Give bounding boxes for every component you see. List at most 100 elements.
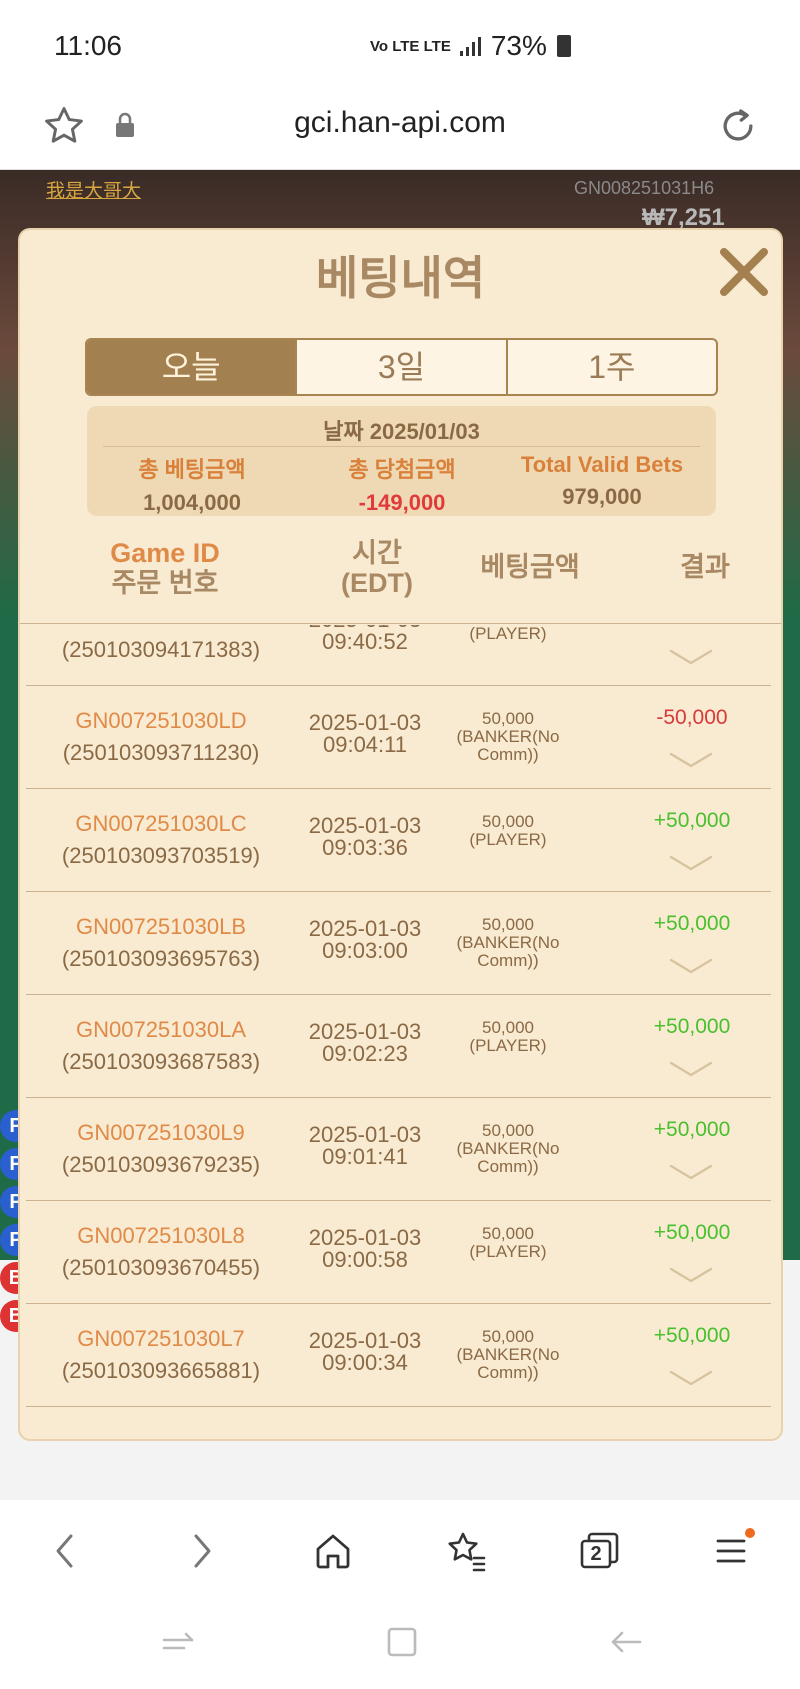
header-time-zone: (EDT)	[341, 568, 413, 598]
header-game-id: Game ID	[110, 538, 220, 568]
row-game-id[interactable]: GN007251030LD	[26, 708, 296, 734]
home-system-icon[interactable]	[384, 1624, 420, 1660]
row-result: +50,000	[653, 1118, 731, 1141]
row-game-id[interactable]: GN008251030NH	[26, 625, 296, 631]
player-name: 我是大哥大	[46, 181, 142, 202]
row-date: 2025-01-03	[308, 813, 422, 838]
chevron-down-icon[interactable]	[668, 647, 714, 667]
history-row[interactable]: GN007251030L9 (250103093679235) 2025-01-03…	[26, 1098, 771, 1201]
row-bet: 50,000 (BANKER(No Comm))	[426, 916, 590, 970]
header-result: 결과	[680, 552, 730, 582]
chevron-down-icon[interactable]	[668, 1265, 714, 1285]
tabs-button[interactable]: 2	[575, 1526, 625, 1576]
row-datetime: 2025-01-03 09:00:34	[286, 1330, 444, 1374]
bookmarks-icon[interactable]	[441, 1526, 491, 1576]
row-datetime: 2025-01-03 09:00:58	[286, 1227, 444, 1271]
history-row[interactable]: GN007251030L7 (250103093665881) 2025-01-03…	[26, 1304, 771, 1407]
status-indicators: Vo LTE LTE 73%	[370, 30, 571, 62]
menu-button[interactable]	[708, 1526, 758, 1576]
tab-1week[interactable]: 1주	[508, 340, 716, 394]
row-game-id[interactable]: GN007251030LC	[26, 811, 296, 837]
url-text[interactable]: gci.han-api.com	[0, 106, 800, 140]
close-icon[interactable]	[716, 244, 772, 300]
row-order-id: (250103093695763)	[61, 946, 261, 971]
row-bet: 50,000 (PLAYER)	[426, 1225, 590, 1261]
total-win-label: 총 당첨금액	[348, 457, 456, 482]
row-game-id[interactable]: GN007251030L9	[26, 1120, 296, 1146]
reload-icon[interactable]	[716, 104, 760, 148]
valid-bets-label: Total Valid Bets	[520, 452, 684, 477]
row-time: 09:03:36	[322, 835, 408, 860]
chevron-down-icon[interactable]	[668, 1059, 714, 1079]
history-row[interactable]: GN007251030L8 (250103093670455) 2025-01-03…	[26, 1201, 771, 1304]
row-bet: 50,000 (BANKER(No Comm))	[426, 1328, 590, 1382]
row-amount: 50,000	[482, 1121, 534, 1140]
row-bet: 50,000 (BANKER(No Comm))	[426, 710, 590, 764]
forward-icon[interactable]	[177, 1526, 227, 1576]
row-result: +50,000	[653, 1221, 731, 1244]
row-amount: 50,000	[482, 1327, 534, 1346]
header-time: 시간	[352, 538, 402, 568]
chevron-down-icon[interactable]	[668, 956, 714, 976]
battery-percent: 73%	[490, 30, 547, 61]
row-time: 09:00:34	[322, 1350, 408, 1375]
row-amount: 50,000	[482, 709, 534, 728]
row-amount: 50,000	[482, 1224, 534, 1243]
row-time: 09:00:58	[322, 1247, 408, 1272]
row-result: +50,000	[653, 912, 731, 935]
total-bet-column: 총 베팅금액 1,004,000	[87, 452, 297, 516]
system-nav-bar	[0, 1598, 800, 1689]
row-amount: 50,000	[482, 1018, 534, 1037]
row-amount: 50,000	[482, 812, 534, 831]
row-bet: 50,000 (PLAYER)	[426, 1019, 590, 1055]
status-time: 11:06	[54, 30, 122, 61]
tab-3days[interactable]: 3일	[297, 340, 508, 394]
back-system-icon[interactable]	[608, 1624, 644, 1660]
history-row[interactable]: GN008251030NH (250103094171383) 2025-01-03…	[26, 625, 771, 686]
chevron-down-icon[interactable]	[668, 1162, 714, 1182]
row-date: 2025-01-03	[308, 710, 422, 735]
history-row[interactable]: GN007251030LA (250103093687583) 2025-01-03…	[26, 995, 771, 1098]
row-order-id: (250103093711230)	[62, 740, 260, 765]
row-game-id[interactable]: GN007251030L7	[26, 1326, 296, 1352]
home-icon[interactable]	[308, 1526, 358, 1576]
row-bet-type: (BANKER(No Comm))	[456, 933, 560, 970]
row-bet: 50,000 (BANKER(No Comm))	[426, 1122, 590, 1176]
chevron-down-icon[interactable]	[668, 853, 714, 873]
history-row[interactable]: GN007251030LC (250103093703519) 2025-01-03…	[26, 789, 771, 892]
row-bet-type: (PLAYER)	[469, 1242, 547, 1261]
header-order-no: 주문 번호	[111, 568, 219, 598]
row-time: 09:04:11	[322, 732, 407, 757]
row-order-id: (250103093670455)	[61, 1255, 261, 1280]
browser-address-bar: gci.han-api.com	[0, 92, 800, 170]
summary-date: 날짜 2025/01/03	[323, 419, 480, 444]
row-result: +50,000	[653, 1324, 731, 1347]
row-date: 2025-01-03	[308, 916, 422, 941]
history-list[interactable]: GN008251030NH (250103094171383) 2025-01-03…	[20, 625, 781, 1439]
row-result: +50,000	[653, 809, 731, 832]
tab-today[interactable]: 오늘	[87, 340, 298, 394]
row-game-id[interactable]: GN007251030L8	[26, 1223, 296, 1249]
row-bet-type: (PLAYER)	[469, 830, 547, 849]
row-game-id[interactable]: GN007251030LA	[26, 1017, 296, 1043]
row-game-id[interactable]: GN007251030LB	[26, 914, 296, 940]
header-divider	[20, 623, 781, 624]
recent-apps-icon[interactable]	[160, 1626, 196, 1662]
signal-icon	[459, 37, 481, 56]
back-icon[interactable]	[40, 1526, 90, 1576]
chevron-down-icon[interactable]	[668, 1368, 714, 1388]
summary-panel: 날짜 2025/01/03 총 베팅금액 1,004,000 총 당첨금액 -1…	[87, 406, 716, 516]
modal-title: 베팅내역	[315, 252, 486, 304]
period-tabs: 오늘 3일 1주	[85, 338, 718, 396]
row-amount: 50,000	[482, 915, 534, 934]
valid-bets-column: Total Valid Bets 979,000	[492, 452, 712, 510]
history-row[interactable]: GN007251030LB (250103093695763) 2025-01-03…	[26, 892, 771, 995]
row-order-id: (250103093679235)	[61, 1152, 261, 1177]
row-order-id: (250103093703519)	[61, 843, 261, 868]
history-row[interactable]: GN007251030LD (250103093711230) 2025-01-03…	[26, 686, 771, 789]
row-time: 09:01:41	[322, 1144, 408, 1169]
chevron-down-icon[interactable]	[668, 750, 714, 770]
row-bet-type: (PLAYER)	[469, 625, 547, 643]
background-game-id: GN008251031H6	[574, 178, 715, 198]
tab-count: 2	[590, 1543, 602, 1565]
